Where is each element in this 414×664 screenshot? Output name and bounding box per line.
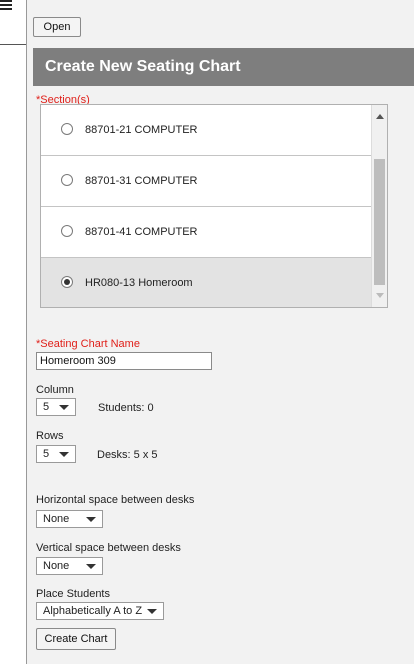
- rows-value: 5: [43, 448, 50, 460]
- list-scrollbar[interactable]: [371, 105, 387, 307]
- section-label: HR080-13 Homeroom: [85, 277, 193, 289]
- radio-button[interactable]: [61, 123, 73, 135]
- vertical-space-select[interactable]: None: [36, 557, 103, 575]
- list-item[interactable]: 88701-31 COMPUTER: [41, 156, 372, 207]
- scroll-down-arrow-icon[interactable]: [376, 293, 384, 298]
- radio-button-checked[interactable]: [61, 276, 73, 288]
- create-chart-button[interactable]: Create Chart: [36, 628, 116, 650]
- students-count: Students: 0: [98, 402, 154, 414]
- horizontal-space-value: None: [43, 513, 70, 525]
- vertical-space-value: None: [43, 560, 70, 572]
- list-item[interactable]: 88701-41 COMPUTER: [41, 207, 372, 258]
- chevron-down-icon: [59, 405, 69, 410]
- chevron-down-icon: [59, 452, 69, 457]
- column-label: Column: [36, 384, 74, 396]
- place-students-label: Place Students: [36, 588, 110, 600]
- rows-select[interactable]: 5: [36, 445, 76, 463]
- section-label: 88701-41 COMPUTER: [85, 226, 198, 238]
- section-label: 88701-21 COMPUTER: [85, 124, 198, 136]
- radio-button[interactable]: [61, 174, 73, 186]
- page-title: Create New Seating Chart: [33, 48, 414, 86]
- seating-chart-panel: Open Create New Seating Chart *Section(s…: [26, 0, 414, 664]
- scrollbar-thumb[interactable]: [374, 159, 385, 285]
- chart-name-label: *Seating Chart Name: [36, 338, 140, 350]
- place-students-select[interactable]: Alphabetically A to Z: [36, 602, 164, 620]
- section-label: 88701-31 COMPUTER: [85, 175, 198, 187]
- chart-name-input[interactable]: [36, 352, 212, 370]
- column-select[interactable]: 5: [36, 398, 76, 416]
- list-item-selected[interactable]: HR080-13 Homeroom: [41, 258, 372, 307]
- horizontal-space-label: Horizontal space between desks: [36, 494, 195, 506]
- vertical-space-label: Vertical space between desks: [36, 542, 181, 554]
- place-students-value: Alphabetically A to Z: [43, 605, 143, 617]
- horizontal-space-select[interactable]: None: [36, 510, 103, 528]
- hamburger-menu-icon[interactable]: [0, 0, 12, 12]
- divider: [0, 44, 26, 45]
- radio-button[interactable]: [61, 225, 73, 237]
- open-button[interactable]: Open: [33, 17, 81, 37]
- chevron-down-icon: [86, 564, 96, 569]
- scroll-up-arrow-icon[interactable]: [376, 114, 384, 119]
- column-value: 5: [43, 401, 50, 413]
- rows-label: Rows: [36, 430, 64, 442]
- chevron-down-icon: [86, 517, 96, 522]
- sections-list: 88701-21 COMPUTER 88701-31 COMPUTER 8870…: [40, 104, 388, 308]
- list-item[interactable]: 88701-21 COMPUTER: [41, 105, 372, 156]
- chevron-down-icon: [147, 609, 157, 614]
- chart-name-label-text: Seating Chart Name: [40, 338, 140, 350]
- desks-dimensions: Desks: 5 x 5: [97, 449, 158, 461]
